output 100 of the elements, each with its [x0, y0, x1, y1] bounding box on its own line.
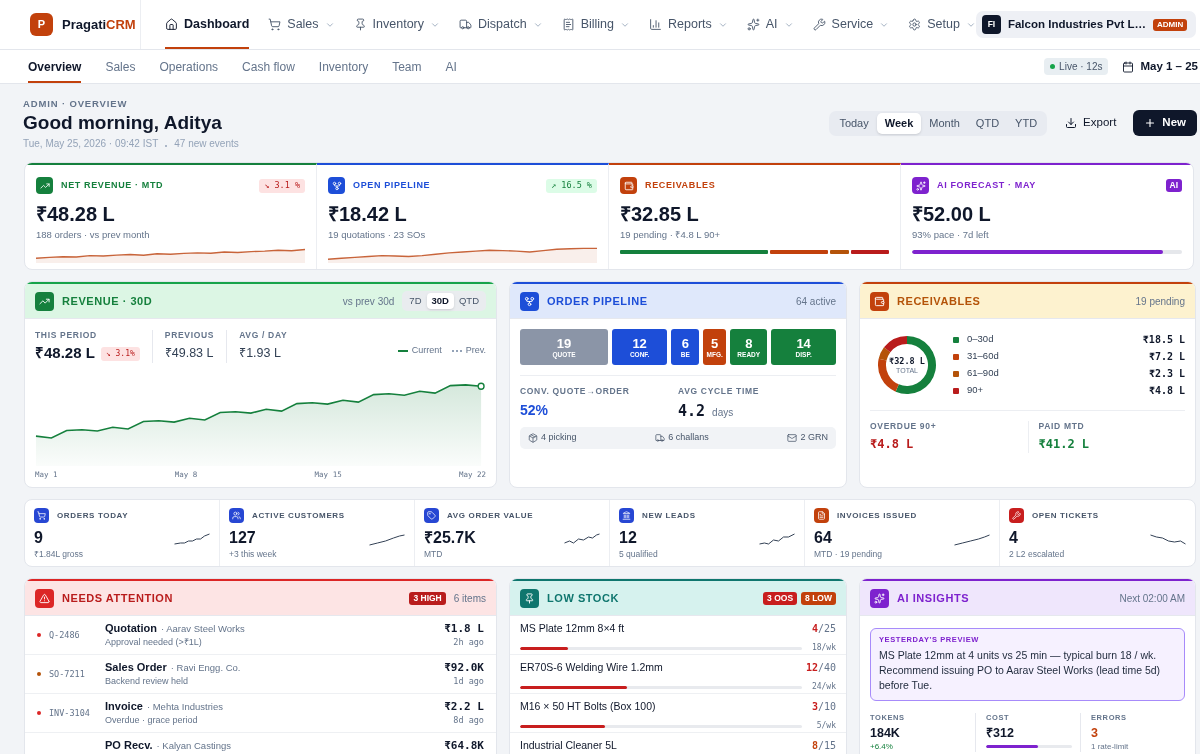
stat-label: PREVIOUS: [164, 330, 215, 341]
kpi-title: RECEIVABLES: [645, 178, 716, 192]
record-type: Invoice: [105, 700, 143, 713]
subnav-tab[interactable]: Inventory: [318, 50, 369, 83]
metric-unit: days: [712, 406, 734, 420]
subnav-tab[interactable]: AI: [445, 50, 457, 83]
stat-label: OPEN TICKETS: [1032, 509, 1099, 522]
nav-item[interactable]: AI: [746, 0, 794, 49]
kpi-value: ₹48.28 L: [36, 202, 116, 226]
legend-line-icon: [451, 349, 462, 352]
range-tab[interactable]: 7D: [404, 293, 427, 309]
org-name: Falcon Industries Pvt L…: [1007, 16, 1146, 32]
stat-caption: +3 this week: [229, 549, 277, 560]
party-name: · Ravi Engg. Co.: [170, 661, 241, 674]
legend-label: Current: [411, 344, 442, 357]
delta-badge: ↘ 3.1%: [100, 346, 140, 361]
new-button[interactable]: New: [1133, 110, 1197, 136]
stat-value: 12: [619, 528, 638, 547]
period-tab[interactable]: Week: [876, 112, 922, 134]
stat-label: THIS PERIOD: [35, 330, 98, 341]
metric-value: 52%: [520, 401, 549, 420]
package-icon: [528, 433, 538, 443]
period-tab[interactable]: Month: [921, 112, 968, 134]
footer-stat: 6 challans: [668, 431, 709, 445]
download-icon: [1065, 117, 1078, 129]
panel-title: REVENUE · 30D: [62, 293, 153, 309]
subnav-tab[interactable]: Team: [392, 50, 422, 83]
record-note: Approval needed (>₹1L): [105, 636, 203, 648]
pushpin-icon: [520, 588, 539, 608]
nav-item[interactable]: Dispatch: [459, 0, 543, 49]
kpi-caption: 93% pace · 7d left: [912, 229, 990, 241]
stat-caption: MTD · 19 pending: [814, 549, 883, 560]
range-tab[interactable]: 30D: [426, 293, 454, 309]
period-tab[interactable]: YTD: [1007, 112, 1046, 134]
kpi-value: ₹32.85 L: [620, 202, 700, 226]
burn-rate: 18/wk: [810, 642, 836, 654]
record-amount: ₹64.8K: [444, 739, 484, 752]
stage-count: 5: [711, 335, 719, 351]
record-type: Sales Order: [105, 661, 167, 674]
delta-badge: ↗ 16.5 %: [546, 178, 597, 193]
record-age: 1d ago: [453, 675, 484, 687]
stat-label: AVG / DAY: [239, 330, 288, 341]
stat-caption: MTD: [424, 549, 444, 560]
org-switcher[interactable]: FI Falcon Industries Pvt L… ADMIN: [975, 11, 1196, 38]
wrench-icon: [812, 18, 826, 31]
donut-slice: [883, 336, 907, 353]
stock-quantity: 8: [811, 739, 818, 752]
subnav-tab[interactable]: Overview: [28, 50, 82, 83]
metric-value: ₹312: [986, 725, 1015, 741]
burn-rate: 24/wk: [810, 681, 836, 693]
settings-icon: [908, 18, 922, 31]
paid-label: PAID MTD: [1038, 421, 1086, 432]
legend-amount: ₹2.3 L: [1148, 367, 1185, 381]
stage-count: 8: [745, 335, 753, 351]
period-tab[interactable]: QTD: [967, 112, 1008, 134]
wallet-icon: [870, 291, 889, 311]
item-name: Industrial Cleaner 5L: [520, 739, 617, 752]
record-note: Backend review held: [105, 675, 190, 687]
date-range-button[interactable]: May 1 – 25: [1122, 57, 1198, 76]
record-amount: ₹1.8 L: [444, 622, 484, 635]
bar-chart-icon: [649, 18, 662, 31]
active-count: 64 active: [795, 294, 836, 309]
legend-line-icon: [397, 349, 408, 352]
burn-rate: 5/wk: [815, 720, 836, 732]
brand-logo: P: [30, 13, 53, 36]
events-count: 47 new events: [174, 137, 239, 150]
nav-item[interactable]: Inventory: [353, 0, 440, 49]
nav-item[interactable]: Setup: [908, 0, 976, 49]
nav-item[interactable]: Service: [812, 0, 890, 49]
pending-count: 19 pending: [1135, 294, 1185, 309]
stat-caption: 5 qualified: [619, 549, 658, 560]
house-icon: [165, 18, 178, 31]
party-name: · Kalyan Castings: [156, 739, 231, 752]
subnav-tab[interactable]: Cash flow: [242, 50, 295, 83]
page-eyebrow: ADMIN · OVERVIEW: [23, 98, 129, 110]
nav-item[interactable]: Sales: [268, 0, 335, 49]
timestamp-text: Tue, May 25, 2026 · 09:42 IST: [23, 137, 159, 150]
metric-label: AVG CYCLE TIME: [678, 386, 761, 397]
pushpin-icon: [353, 18, 367, 31]
sparkline-chart: [174, 531, 210, 547]
nav-item[interactable]: Reports: [649, 0, 728, 49]
stock-badge: 8 LOW: [801, 591, 836, 605]
period-tab[interactable]: Today: [831, 112, 877, 134]
record-id: INV-3104: [49, 707, 90, 720]
kpi-title: NET REVENUE · MTD: [61, 178, 164, 192]
item-name: M16 × 50 HT Bolts (Box 100): [520, 700, 656, 713]
metric-delta: +6.4%: [870, 742, 894, 752]
subnav-tab[interactable]: Operations: [159, 50, 219, 83]
nav-item[interactable]: Billing: [561, 0, 630, 49]
record-id: Q-2486: [49, 629, 80, 642]
stat-label: ORDERS TODAY: [57, 509, 129, 522]
kpi-caption: 19 pending · ₹4.8 L 90+: [620, 229, 721, 241]
export-button[interactable]: Export: [1065, 114, 1117, 132]
panel-title: AI INSIGHTS: [897, 590, 970, 606]
fork-icon: [520, 291, 539, 311]
range-tab[interactable]: QTD: [453, 293, 484, 309]
stock-quantity: 12: [805, 661, 818, 674]
donut-total-value: ₹32.8 L: [889, 355, 925, 366]
subnav-tab[interactable]: Sales: [105, 50, 136, 83]
metric-value: 184K: [870, 725, 901, 741]
